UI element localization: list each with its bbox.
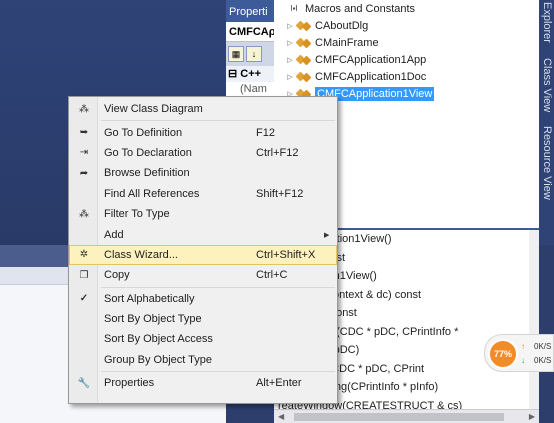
- menu-item-group-by-object-type[interactable]: Group By Object Type: [69, 350, 337, 370]
- menu-item-sort-by-object-access[interactable]: Sort By Object Access: [69, 329, 337, 349]
- menu-item-shortcut: Ctrl+C: [256, 269, 288, 282]
- tree-item-macros[interactable]: I▪I Macros and Constants: [274, 0, 539, 17]
- tool-window-tabs: Explorer Class View Resource View: [539, 0, 554, 245]
- menu-item-go-to-declaration[interactable]: ⇥ Go To Declaration Ctrl+F12: [69, 143, 337, 163]
- upload-speed-value: 0K/S: [534, 342, 552, 351]
- class-icon: [295, 37, 312, 49]
- vertical-scrollbar[interactable]: [529, 230, 539, 411]
- horizontal-scrollbar[interactable]: ◀ ▶: [274, 409, 539, 423]
- menu-item-label: Add: [104, 228, 124, 241]
- menu-item-label: View Class Diagram: [104, 103, 203, 116]
- properties-category-label: C++: [240, 68, 262, 80]
- properties-category[interactable]: ⊟ C++: [226, 66, 274, 82]
- menu-item-find-all-references[interactable]: Find All References Shift+F12: [69, 184, 337, 204]
- menu-item-label: Go To Declaration: [104, 146, 192, 159]
- menu-item-filter-to-type[interactable]: ⁂ Filter To Type: [69, 204, 337, 224]
- scroll-right-icon[interactable]: ▶: [529, 412, 535, 421]
- tree-item-label: Macros and Constants: [305, 2, 416, 15]
- menu-item-browse-definition[interactable]: ➦ Browse Definition: [69, 163, 337, 183]
- menu-item-label: Copy: [104, 269, 130, 282]
- menu-item-label: Sort By Object Access: [104, 333, 213, 346]
- menu-item-label: Group By Object Type: [104, 353, 213, 366]
- menu-item-properties[interactable]: 🔧 Properties Alt+Enter: [69, 373, 337, 393]
- menu-item-view-class-diagram[interactable]: ⁂ View Class Diagram: [69, 99, 337, 119]
- checkmark-icon: ✓: [79, 293, 89, 305]
- menu-item-label: Filter To Type: [104, 208, 170, 221]
- expand-arrow-icon[interactable]: ▷: [284, 56, 296, 64]
- tab-resource-view[interactable]: Resource View: [541, 126, 553, 200]
- menu-item-label: Properties: [104, 377, 155, 390]
- tree-item-class[interactable]: ▷ CMFCApplication1App: [274, 51, 539, 68]
- upload-speed: ↑ 0K/S: [521, 342, 551, 351]
- wrench-icon: 🔧: [77, 377, 91, 389]
- browse-definition-icon: ➦: [79, 167, 89, 179]
- tree-item-label: CMFCApplication1Doc: [315, 70, 427, 83]
- collapse-icon[interactable]: ⊟: [228, 68, 240, 80]
- tree-item-class[interactable]: ▷ CAboutDlg: [274, 17, 539, 34]
- arrow-up-icon: ↑: [521, 342, 525, 351]
- class-icon: [295, 20, 312, 32]
- expand-arrow-icon[interactable]: ▷: [284, 73, 296, 81]
- tree-item-label: CMFCApplication1App: [315, 53, 427, 66]
- menu-separator: [101, 286, 335, 288]
- menu-item-go-to-definition[interactable]: ➥ Go To Definition F12: [69, 122, 337, 142]
- usage-gauge[interactable]: 77%: [488, 339, 518, 369]
- menu-item-copy[interactable]: ❐ Copy Ctrl+C: [69, 265, 337, 285]
- scrollbar-thumb[interactable]: [294, 413, 504, 421]
- scroll-left-icon[interactable]: ◀: [278, 412, 284, 421]
- expand-arrow-icon[interactable]: ▷: [284, 39, 296, 47]
- tree-item-class[interactable]: ▷ CMainFrame: [274, 34, 539, 51]
- menu-item-add[interactable]: Add ▶: [69, 224, 337, 244]
- categorized-icon[interactable]: ▦: [228, 46, 244, 62]
- filter-type-icon: ⁂: [79, 208, 89, 220]
- menu-item-label: Browse Definition: [104, 167, 190, 180]
- class-icon: [295, 54, 312, 66]
- tab-class-view[interactable]: Class View: [541, 58, 553, 112]
- menu-item-shortcut: Ctrl+F12: [256, 146, 299, 159]
- alphabetical-icon[interactable]: ↓: [246, 46, 262, 62]
- class-wizard-icon: ✲: [79, 249, 89, 261]
- menu-item-shortcut: Shift+F12: [256, 187, 304, 200]
- submenu-arrow-icon: ▶: [324, 231, 330, 239]
- expand-arrow-icon[interactable]: ▷: [284, 22, 296, 30]
- menu-item-label: Go To Definition: [104, 126, 183, 139]
- menu-item-shortcut: F12: [256, 126, 275, 139]
- go-to-definition-icon: ➥: [79, 127, 89, 139]
- tree-item-class[interactable]: ▷ CMFCApplication1Doc: [274, 68, 539, 85]
- download-speed-value: 0K/S: [534, 356, 552, 365]
- menu-separator: [101, 120, 335, 122]
- menu-item-sort-by-object-type[interactable]: Sort By Object Type: [69, 309, 337, 329]
- menu-item-class-wizard[interactable]: ✲ Class Wizard... Ctrl+Shift+X: [69, 244, 337, 266]
- menu-separator: [101, 371, 335, 373]
- tree-item-label: CMainFrame: [315, 36, 379, 49]
- menu-item-label: Find All References: [104, 187, 200, 200]
- menu-item-shortcut: Alt+Enter: [256, 377, 302, 390]
- properties-panel: Properti CMFCAρ ▦ ↓ ⊟ C++ (Nam: [226, 0, 274, 110]
- network-speed-widget[interactable]: 77% ↑ 0K/S ↓ 0K/S: [484, 334, 554, 372]
- copy-icon: ❐: [79, 269, 89, 281]
- tree-item-label: CAboutDlg: [315, 19, 369, 32]
- menu-item-label: Class Wizard...: [104, 248, 178, 261]
- download-speed: ↓ 0K/S: [521, 356, 551, 365]
- arrow-down-icon: ↓: [521, 356, 525, 365]
- go-to-declaration-icon: ⇥: [79, 147, 89, 159]
- properties-title[interactable]: Properti: [226, 0, 274, 22]
- class-icon: [295, 71, 312, 83]
- properties-object-selector[interactable]: CMFCAρ: [226, 22, 274, 42]
- menu-item-label: Sort Alphabetically: [104, 292, 195, 305]
- menu-item-sort-alphabetically[interactable]: ✓ Sort Alphabetically: [69, 289, 337, 309]
- context-menu: ⁂ View Class Diagram ➥ Go To Definition …: [68, 96, 338, 404]
- tab-explorer[interactable]: Explorer: [541, 2, 553, 43]
- macro-icon: I▪I: [290, 4, 298, 13]
- class-diagram-icon: ⁂: [79, 103, 89, 115]
- menu-item-label: Sort By Object Type: [104, 313, 202, 326]
- properties-toolbar: ▦ ↓: [226, 42, 274, 66]
- menu-item-shortcut: Ctrl+Shift+X: [256, 248, 316, 261]
